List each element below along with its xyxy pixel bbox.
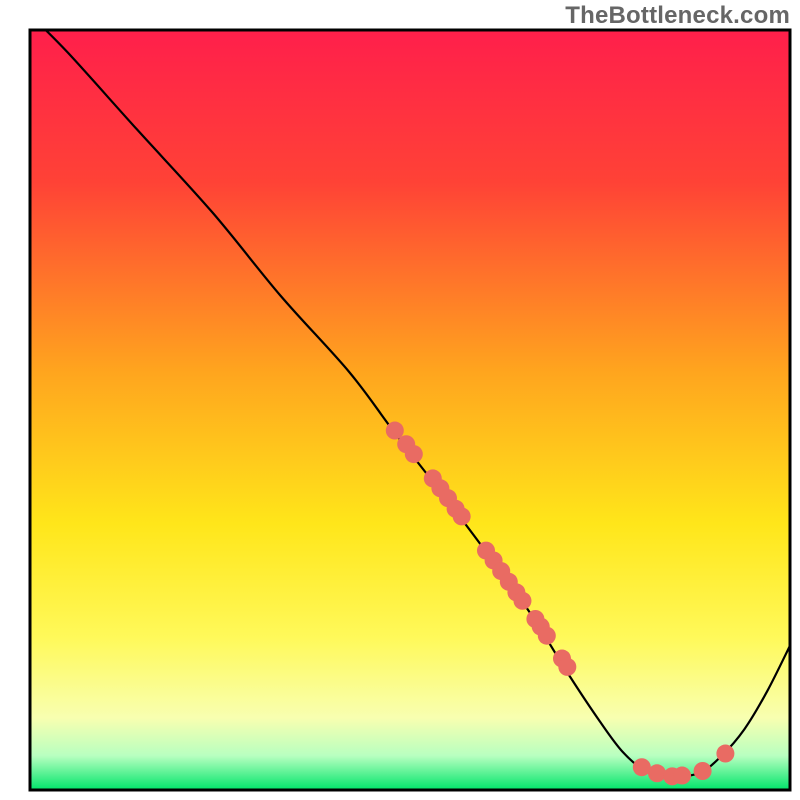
chart-container: { "watermark": "TheBottleneck.com", "cha… bbox=[0, 0, 800, 800]
chart-svg bbox=[0, 0, 800, 800]
data-marker bbox=[694, 762, 712, 780]
data-marker bbox=[453, 507, 471, 525]
data-marker bbox=[673, 767, 691, 785]
gradient-background bbox=[30, 30, 790, 790]
data-marker bbox=[558, 658, 576, 676]
data-marker bbox=[405, 445, 423, 463]
data-marker bbox=[648, 764, 666, 782]
data-marker bbox=[513, 592, 531, 610]
data-marker bbox=[538, 627, 556, 645]
data-marker bbox=[716, 745, 734, 763]
watermark-text: TheBottleneck.com bbox=[565, 2, 790, 30]
